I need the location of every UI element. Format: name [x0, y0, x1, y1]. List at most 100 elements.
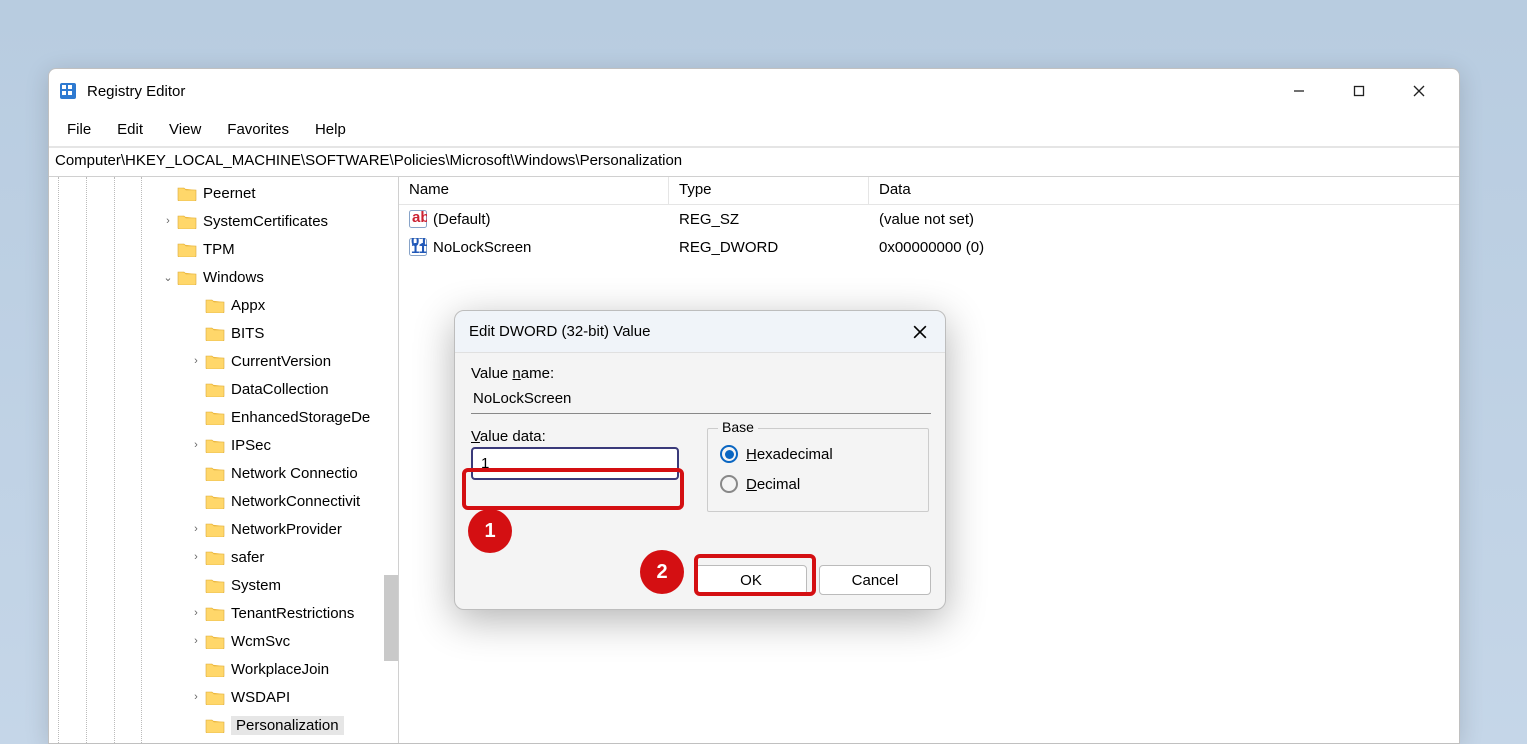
- tree-item[interactable]: › NetworkProvider: [159, 515, 398, 543]
- menu-view[interactable]: View: [159, 117, 211, 142]
- folder-icon: [205, 717, 225, 733]
- close-button[interactable]: [1389, 71, 1449, 111]
- chevron-right-icon[interactable]: ›: [187, 551, 205, 563]
- radio-dec-label: Decimal: [746, 476, 800, 493]
- minimize-button[interactable]: [1269, 71, 1329, 111]
- col-name[interactable]: Name: [399, 177, 669, 204]
- tree-item-label: Personalization: [231, 716, 344, 735]
- tree-item[interactable]: › CurrentVersion: [159, 347, 398, 375]
- tree-item-label: SystemCertificates: [203, 213, 328, 230]
- titlebar: Registry Editor: [49, 69, 1459, 113]
- app-title: Registry Editor: [87, 83, 1269, 100]
- tree-scrollbar-thumb[interactable]: [384, 575, 398, 661]
- radio-dec-icon: [720, 475, 738, 493]
- tree-item[interactable]: WorkplaceJoin: [159, 655, 398, 683]
- dword-value-icon: 011110: [409, 238, 427, 256]
- tree-item-label: NetworkConnectivit: [231, 493, 360, 510]
- dialog-title: Edit DWORD (32-bit) Value: [469, 323, 909, 340]
- tree-item-label: IPSec: [231, 437, 271, 454]
- tree-item-label: Appx: [231, 297, 265, 314]
- tree-item[interactable]: ›WcmSvc: [159, 627, 398, 655]
- annotation-badge-2: 2: [640, 550, 684, 594]
- tree-item[interactable]: Appx: [159, 291, 398, 319]
- tree-item[interactable]: System: [159, 571, 398, 599]
- tree-item-label: WSDAPI: [231, 689, 290, 706]
- tree-item[interactable]: TPM: [159, 235, 398, 263]
- window-controls: [1269, 71, 1449, 111]
- cancel-button[interactable]: Cancel: [819, 565, 931, 595]
- tree-list[interactable]: Peernet › SystemCertificates TPM ⌄Windows App…: [159, 177, 398, 743]
- chevron-right-icon[interactable]: ›: [187, 355, 205, 367]
- tree-item-label: NetworkProvider: [231, 521, 342, 538]
- tree-item[interactable]: BITS: [159, 319, 398, 347]
- chevron-right-icon[interactable]: ›: [187, 439, 205, 451]
- tree-item[interactable]: › safer: [159, 543, 398, 571]
- col-data[interactable]: Data: [869, 177, 1459, 204]
- folder-icon: [177, 241, 197, 257]
- base-label: Base: [718, 419, 758, 435]
- tree-item-label: CurrentVersion: [231, 353, 331, 370]
- list-header: Name Type Data: [399, 177, 1459, 205]
- value-data: 0x00000000 (0): [869, 237, 1459, 258]
- base-group: Base Hexadecimal Decimal: [707, 428, 929, 512]
- annotation-badge-1: 1: [468, 509, 512, 553]
- tree-item-label: System: [231, 577, 281, 594]
- value-name: (Default): [433, 211, 491, 228]
- folder-icon: [205, 493, 225, 509]
- value-data-input[interactable]: [471, 447, 679, 480]
- menu-edit[interactable]: Edit: [107, 117, 153, 142]
- tree-item[interactable]: NetworkConnectivit: [159, 487, 398, 515]
- value-name-field[interactable]: [471, 384, 931, 414]
- tree-item[interactable]: › SystemCertificates: [159, 207, 398, 235]
- list-row[interactable]: 011110NoLockScreenREG_DWORD0x00000000 (0…: [399, 233, 1459, 261]
- folder-icon: [177, 213, 197, 229]
- tree-item[interactable]: › WSDAPI: [159, 683, 398, 711]
- menubar: File Edit View Favorites Help: [49, 113, 1459, 147]
- tree-item-label: safer: [231, 549, 264, 566]
- tree-item-label: TPM: [203, 241, 235, 258]
- tree-item[interactable]: ⌄Windows: [159, 263, 398, 291]
- tree-item[interactable]: Personalization: [159, 711, 398, 739]
- folder-icon: [205, 661, 225, 677]
- tree-item[interactable]: › IPSec: [159, 431, 398, 459]
- col-type[interactable]: Type: [669, 177, 869, 204]
- tree-item[interactable]: Network Connectio: [159, 459, 398, 487]
- dialog-close-button[interactable]: [909, 321, 931, 343]
- menu-favorites[interactable]: Favorites: [217, 117, 299, 142]
- chevron-right-icon[interactable]: ›: [187, 607, 205, 619]
- tree-item[interactable]: EnhancedStorageDe: [159, 403, 398, 431]
- maximize-button[interactable]: [1329, 71, 1389, 111]
- folder-icon: [205, 353, 225, 369]
- value-type: REG_SZ: [669, 209, 869, 230]
- tree-item[interactable]: Peernet: [159, 179, 398, 207]
- ok-button[interactable]: OK: [695, 565, 807, 595]
- folder-icon: [205, 297, 225, 313]
- radio-hexadecimal[interactable]: Hexadecimal: [720, 439, 916, 469]
- menu-help[interactable]: Help: [305, 117, 356, 142]
- regedit-icon: [59, 82, 77, 100]
- list-row[interactable]: ab (Default) REG_SZ(value not set): [399, 205, 1459, 233]
- folder-icon: [205, 325, 225, 341]
- tree-item[interactable]: DataCollection: [159, 375, 398, 403]
- value-data: (value not set): [869, 209, 1459, 230]
- chevron-right-icon[interactable]: ›: [159, 215, 177, 227]
- tree-item-label: EnhancedStorageDe: [231, 409, 370, 426]
- tree-item-label: BITS: [231, 325, 264, 342]
- folder-icon: [177, 185, 197, 201]
- address-bar[interactable]: Computer\HKEY_LOCAL_MACHINE\SOFTWARE\Pol…: [49, 147, 1459, 177]
- menu-file[interactable]: File: [57, 117, 101, 142]
- folder-icon: [205, 437, 225, 453]
- tree-gutter: [49, 177, 159, 743]
- value-data-label: Value data:: [471, 428, 679, 445]
- chevron-right-icon[interactable]: ›: [187, 691, 205, 703]
- chevron-down-icon[interactable]: ⌄: [159, 271, 177, 284]
- chevron-right-icon[interactable]: ›: [187, 635, 205, 647]
- radio-hex-icon: [720, 445, 738, 463]
- chevron-right-icon[interactable]: ›: [187, 523, 205, 535]
- value-name: NoLockScreen: [433, 239, 531, 256]
- list-rows: ab (Default) REG_SZ(value not set) 011110 No…: [399, 205, 1459, 261]
- string-value-icon: ab: [409, 210, 427, 228]
- radio-decimal[interactable]: Decimal: [720, 469, 916, 499]
- tree-item[interactable]: ›TenantRestrictions: [159, 599, 398, 627]
- tree-item-label: DataCollection: [231, 381, 329, 398]
